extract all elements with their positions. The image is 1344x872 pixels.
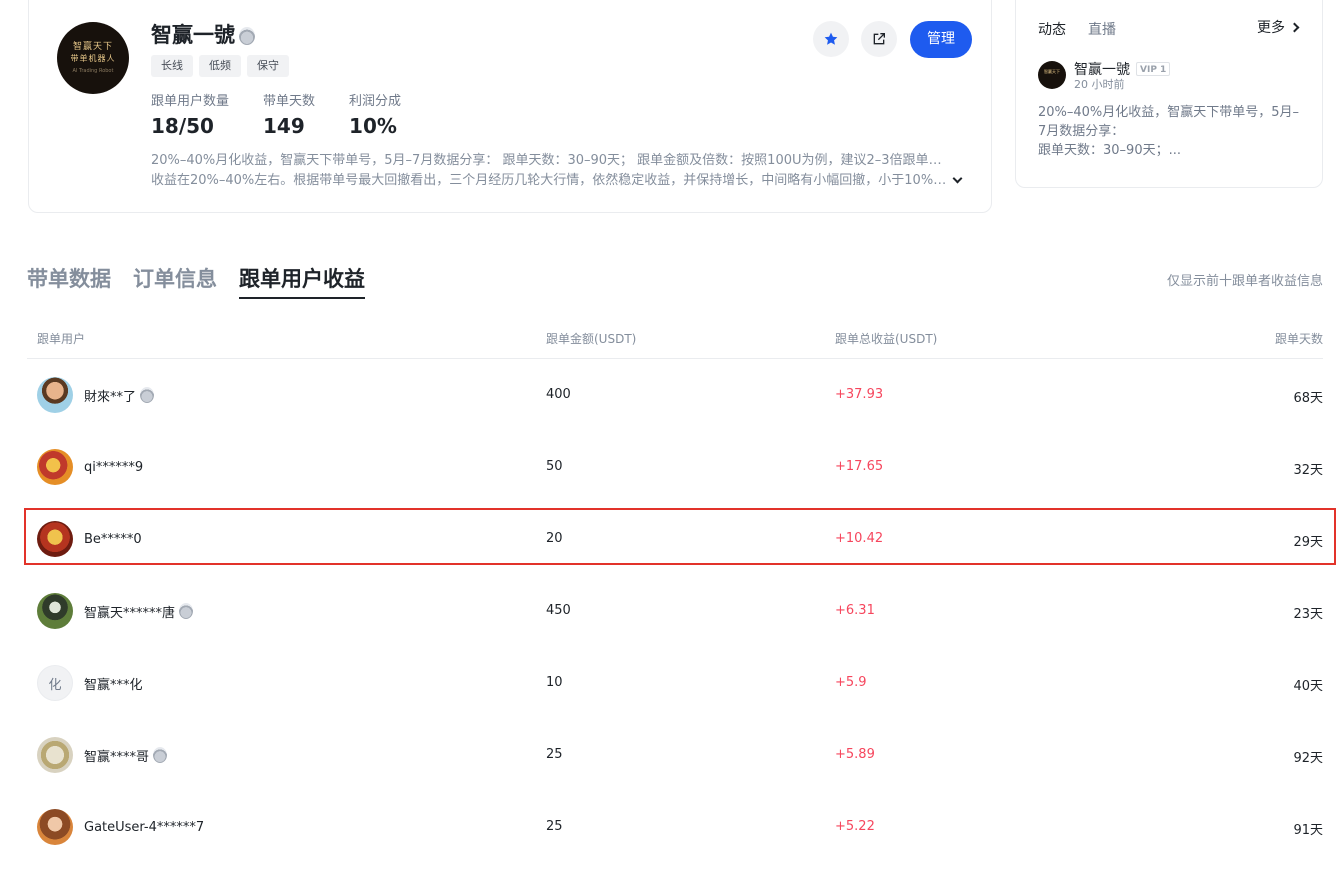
chevron-right-icon [1289,22,1300,32]
trader-stats: 跟单用户数量 18/50 带单天数 149 利润分成 10% [151,90,435,138]
follower-name: GateUser-4******7 [84,819,205,835]
follow-amount: 25 [546,747,563,762]
table-row: 智赢天******唐 450 +6.31 23天 [27,575,1323,647]
share-icon [873,33,885,45]
stat-label: 带单天数 [263,94,316,109]
tab-lead-data[interactable]: 带单数据 [27,263,111,299]
follow-days: 23天 [1293,607,1323,622]
column-header-pnl: 跟单总收益(USDT) [835,332,938,346]
manage-button[interactable]: 管理 [910,21,972,58]
feed-tab-live[interactable]: 直播 [1088,19,1116,39]
stat-value: 149 [263,114,305,138]
favorite-button[interactable] [813,21,849,57]
tag: 长线 [151,55,193,77]
trader-profile-card: 智赢天下 带单机器人 AI Trading Robot 智赢一號 长线 低频 保… [28,0,992,213]
follow-amount: 400 [546,387,571,402]
stat-label: 利润分成 [349,94,402,109]
column-header-user: 跟单用户 [37,332,86,346]
description-line1: 20%–40%月化收益，智赢天下带单号，5月–7月数据分享： 跟单天数：30–9… [151,153,951,168]
trader-description: 20%–40%月化收益，智赢天下带单号，5月–7月数据分享： 跟单天数：30–9… [151,151,963,191]
feed-more-link[interactable]: 更多 [1257,17,1300,37]
table-row: qi******9 50 +17.65 32天 [27,431,1323,503]
follow-pnl: +5.9 [835,675,867,690]
follower-name: 智赢天******唐 [84,605,176,621]
user-avatar [37,737,73,773]
follow-pnl: +5.89 [835,747,875,762]
stat-label: 跟单用户数量 [151,94,230,109]
follower-user: qi******9 [37,449,143,485]
follow-days: 32天 [1293,463,1323,478]
trader-tags: 长线 低频 保守 [151,55,289,77]
follower-name: qi******9 [84,459,144,475]
table-header: 跟单用户 跟单金额(USDT) 跟单总收益(USDT) 跟单天数 [27,318,1323,359]
user-avatar [37,449,73,485]
top-ten-note: 仅显示前十跟单者收益信息 [1166,274,1323,289]
feed-tab-dynamics[interactable]: 动态 [1038,19,1066,39]
user-avatar [37,809,73,845]
follower-user: 化 智赢***化 [37,665,143,701]
follow-days: 91天 [1293,823,1323,838]
follower-user: 財來**了 [37,377,155,413]
table-row: GateUser-4******7 25 +5.22 91天 [27,791,1323,863]
follow-days: 40天 [1293,679,1323,694]
table-row: 智赢****哥 25 +5.89 92天 [27,719,1323,791]
tab-follower-earnings[interactable]: 跟单用户收益 [239,263,365,299]
avatar-text-line2: 带单机器人 [70,54,116,63]
section-tabs: 带单数据 订单信息 跟单用户收益 [27,263,387,299]
stat-followers: 跟单用户数量 18/50 [151,90,229,138]
follower-name: 智赢****哥 [84,749,150,765]
stat-days: 带单天数 149 [263,90,315,138]
description-line2: 收益在20%–40%左右。根据带单号最大回撤看出，三个月经历几轮大行情，依然稳定… [151,173,949,188]
follow-pnl: +6.31 [835,603,875,618]
follower-user: 智赢****哥 [37,737,168,773]
user-avatar [37,593,73,629]
follower-user: GateUser-4******7 [37,809,204,845]
table-row: 化 智赢***化 10 +5.9 40天 [27,647,1323,719]
star-icon [824,32,838,45]
column-header-amount: 跟单金额(USDT) [546,332,637,346]
follower-user: 智赢天******唐 [37,593,194,629]
tag: 低频 [199,55,241,77]
follow-amount: 450 [546,603,571,618]
silver-medal-icon [239,27,255,45]
user-avatar: 化 [37,665,73,701]
row-highlight-box [24,508,1336,565]
follow-pnl: +37.93 [835,387,884,402]
follow-pnl: +17.65 [835,459,884,474]
share-button[interactable] [861,21,897,57]
tab-order-info[interactable]: 订单信息 [133,263,217,299]
silver-medal-icon [153,747,168,763]
stat-value: 18/50 [151,114,214,138]
trader-name: 智赢一號 [151,19,255,49]
follow-amount: 50 [546,459,563,474]
follow-days: 92天 [1293,751,1323,766]
follow-days: 68天 [1293,391,1323,406]
chevron-down-icon[interactable] [952,173,963,184]
avatar-text-line3: AI Trading Robot [72,68,114,74]
feed-avatar-text: 智赢天下 [1044,69,1060,74]
silver-medal-icon [140,387,155,403]
column-header-days: 跟单天数 [1274,332,1323,346]
stat-value: 10% [349,114,397,138]
follow-amount: 25 [546,819,563,834]
vip-badge: VIP 1 [1136,62,1171,76]
user-avatar [37,377,73,413]
feed-more-label: 更多 [1257,20,1285,36]
silver-medal-icon [179,603,194,619]
feed-post-text[interactable]: 20%–40%月化收益，智赢天下带单号，5月–7月数据分享： 跟单天数：30–9… [1038,103,1300,160]
feed-card: 动态 直播 更多 智赢天下 智赢一號 VIP 1 20 小时前 20%–40%月化… [1015,0,1323,188]
trader-name-text: 智赢一號 [151,23,235,47]
follow-amount: 10 [546,675,563,690]
follow-pnl: +5.22 [835,819,875,834]
avatar-text-line1: 智赢天下 [72,42,113,52]
follower-name: 財來**了 [84,389,137,405]
tag: 保守 [247,55,289,77]
trader-avatar: 智赢天下 带单机器人 AI Trading Robot [57,22,129,94]
feed-author-avatar[interactable]: 智赢天下 [1038,61,1066,89]
stat-profit-share: 利润分成 10% [349,90,401,138]
table-row: 財來**了 400 +37.93 68天 [27,359,1323,431]
feed-post-time: 20 小时前 [1074,78,1125,91]
follower-name: 智赢***化 [84,677,143,693]
